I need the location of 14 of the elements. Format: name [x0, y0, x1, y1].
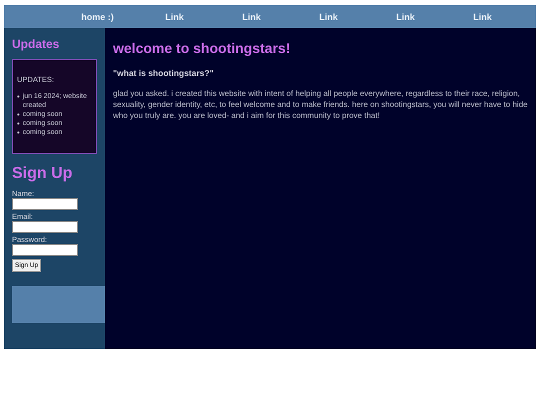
- input-field[interactable]: [12, 244, 78, 256]
- subtitle: "what is shootingstars?": [113, 68, 215, 78]
- input-field[interactable]: [12, 198, 78, 210]
- nav-link[interactable]: Link: [444, 12, 521, 22]
- nav-link[interactable]: Link: [213, 12, 290, 22]
- nav-link[interactable]: Link: [367, 12, 444, 22]
- intro-paragraph: glad you asked. i created this website with intent of helping all people everywhere, regardless to their race, religion, sexuality, gender identity, etc, to feel welcome and to make friends. here on shootingstars, you will never have to hide who you truly are. you are loved- and i aim for this community to prove that!: [113, 88, 528, 121]
- input-field[interactable]: [12, 221, 78, 233]
- signup-title: Sign Up: [12, 165, 74, 183]
- nav-link[interactable]: Link: [290, 12, 367, 22]
- nav-link[interactable]: Link: [136, 12, 213, 22]
- nav-link[interactable]: home :): [59, 12, 136, 22]
- page-title: welcome to shootingstars!: [113, 40, 292, 56]
- sidebar-title: Updates: [12, 37, 60, 51]
